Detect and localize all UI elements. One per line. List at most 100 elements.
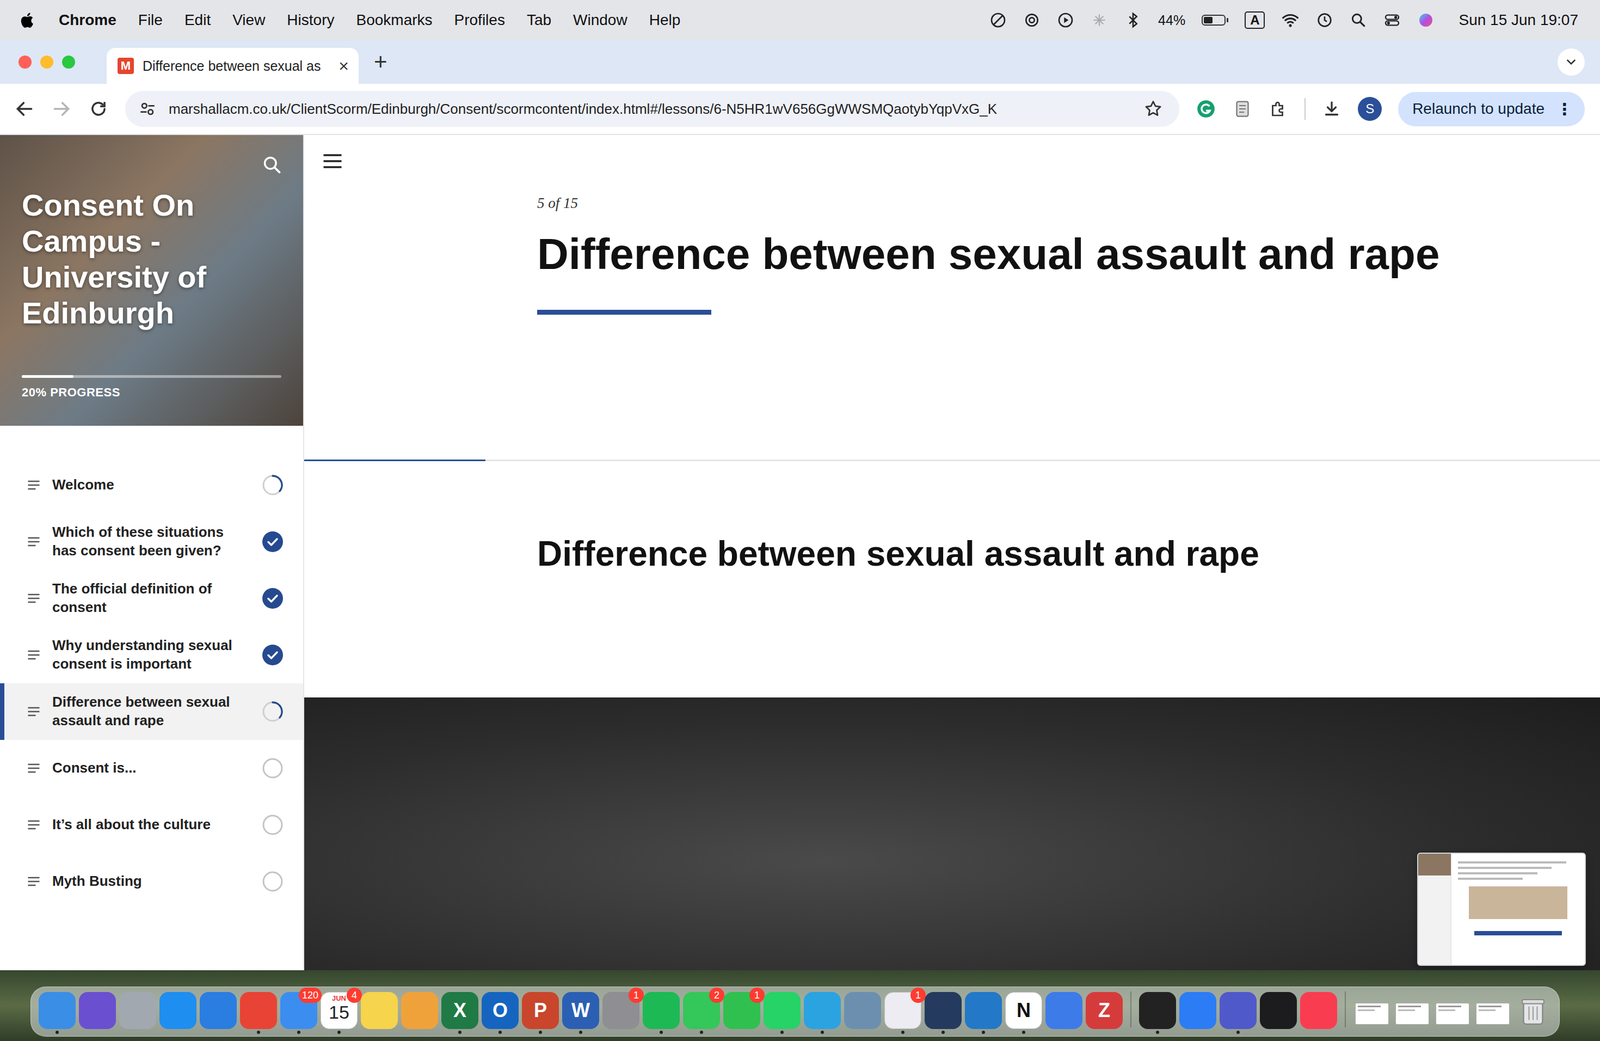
tab-search-button[interactable] bbox=[1557, 48, 1585, 76]
lesson-title[interactable]: Difference between sexual assault and ra… bbox=[52, 692, 251, 730]
dock-item[interactable] bbox=[1474, 991, 1512, 1034]
document-icon[interactable] bbox=[1232, 99, 1253, 119]
search-icon[interactable] bbox=[261, 154, 283, 176]
dock-item[interactable] bbox=[360, 991, 398, 1034]
dock-item[interactable]: 1 bbox=[723, 991, 761, 1034]
bookmark-star-icon[interactable] bbox=[1143, 99, 1163, 119]
zoom-button[interactable] bbox=[62, 55, 76, 69]
site-info-icon[interactable] bbox=[138, 99, 157, 119]
dock-item[interactable] bbox=[964, 991, 1002, 1034]
lesson-title[interactable]: Which of these situations has consent be… bbox=[52, 522, 251, 560]
new-tab-button[interactable]: + bbox=[373, 50, 388, 74]
browser-menu-button[interactable]: ⋮ bbox=[1556, 99, 1573, 119]
search-icon[interactable] bbox=[1349, 11, 1368, 29]
app-menu[interactable]: Chrome bbox=[58, 11, 117, 29]
siri-icon[interactable] bbox=[1417, 11, 1435, 29]
dock-item[interactable] bbox=[199, 991, 237, 1034]
play-icon[interactable] bbox=[1056, 11, 1075, 29]
window-thumbnail[interactable] bbox=[1393, 991, 1431, 1029]
menu-item[interactable]: View bbox=[232, 11, 266, 29]
app-icon[interactable]: P bbox=[521, 991, 559, 1029]
dock-item[interactable] bbox=[763, 991, 801, 1034]
dock-item[interactable] bbox=[1179, 991, 1217, 1034]
lesson-title[interactable]: Welcome bbox=[52, 475, 251, 495]
app-icon[interactable] bbox=[360, 991, 398, 1029]
dock-item[interactable]: X bbox=[441, 991, 479, 1034]
app-icon[interactable] bbox=[78, 991, 116, 1029]
time-machine-icon[interactable] bbox=[1315, 11, 1334, 29]
menu-item[interactable]: Profiles bbox=[454, 11, 506, 29]
dock-item[interactable]: 120 bbox=[280, 991, 318, 1034]
wifi-icon[interactable] bbox=[1281, 10, 1300, 30]
lesson-title[interactable]: Consent is... bbox=[52, 758, 251, 778]
app-icon[interactable] bbox=[401, 991, 439, 1029]
app-icon[interactable] bbox=[1300, 991, 1338, 1029]
lesson-title[interactable]: Why understanding sexual consent is impo… bbox=[52, 636, 251, 674]
app-icon[interactable] bbox=[642, 991, 680, 1029]
dock-item[interactable]: W bbox=[562, 991, 600, 1034]
lesson-title[interactable]: It’s all about the culture bbox=[52, 815, 251, 834]
app-icon[interactable]: N bbox=[1005, 991, 1043, 1029]
dock-item[interactable] bbox=[38, 991, 76, 1034]
back-icon[interactable] bbox=[14, 98, 35, 120]
lesson-title[interactable]: Myth Busting bbox=[52, 871, 251, 891]
app-icon[interactable] bbox=[240, 991, 278, 1029]
extensions-icon[interactable] bbox=[1268, 99, 1289, 119]
reload-icon[interactable] bbox=[88, 98, 109, 120]
dock-item[interactable] bbox=[1219, 991, 1257, 1034]
hamburger-menu-icon[interactable] bbox=[320, 149, 345, 174]
clock[interactable]: Sun 15 Jun 19:07 bbox=[1458, 11, 1579, 29]
app-icon[interactable] bbox=[119, 991, 157, 1029]
screenshot-thumbnail[interactable] bbox=[1417, 852, 1586, 966]
sparkle-icon[interactable] bbox=[1090, 11, 1109, 29]
dock-item[interactable]: P bbox=[521, 991, 559, 1034]
relaunch-button[interactable]: Relaunch to update ⋮ bbox=[1398, 91, 1585, 127]
app-icon[interactable] bbox=[964, 991, 1002, 1029]
app-icon[interactable] bbox=[159, 991, 197, 1029]
sidebar-item[interactable]: Difference between sexual assault and ra… bbox=[0, 682, 304, 740]
sidebar-item[interactable]: Myth Busting bbox=[0, 852, 304, 910]
dock-item[interactable] bbox=[240, 991, 278, 1034]
app-icon[interactable] bbox=[803, 991, 841, 1029]
dock-item[interactable] bbox=[159, 991, 197, 1034]
app-icon[interactable] bbox=[199, 991, 237, 1029]
dock-item[interactable] bbox=[78, 991, 116, 1034]
relaunch-label[interactable]: Relaunch to update bbox=[1412, 100, 1545, 118]
dock-item[interactable] bbox=[642, 991, 680, 1034]
menu-item[interactable]: Edit bbox=[184, 11, 211, 29]
app-icon[interactable] bbox=[1219, 991, 1257, 1029]
dock-item[interactable] bbox=[1045, 991, 1083, 1034]
menu-item[interactable]: Help bbox=[649, 11, 681, 29]
control-center-icon[interactable] bbox=[1383, 11, 1401, 29]
dock-item[interactable]: N bbox=[1005, 991, 1043, 1034]
dock-item[interactable] bbox=[803, 991, 841, 1034]
menu-item[interactable]: Bookmarks bbox=[355, 11, 433, 29]
app-icon[interactable] bbox=[1259, 991, 1297, 1029]
dock-item[interactable] bbox=[401, 991, 439, 1034]
dock-item[interactable]: JUN154 bbox=[320, 991, 358, 1034]
dock-item[interactable] bbox=[844, 991, 882, 1034]
menu-item[interactable]: History bbox=[286, 11, 335, 29]
dock-item[interactable]: 2 bbox=[682, 991, 720, 1034]
dock-item[interactable]: 1 bbox=[884, 991, 922, 1034]
dock-item[interactable] bbox=[1353, 991, 1391, 1034]
browser-tab[interactable]: MDifference between sexual as× bbox=[106, 47, 359, 84]
dock-item[interactable] bbox=[1139, 991, 1177, 1034]
close-button[interactable] bbox=[18, 55, 32, 69]
app-icon[interactable]: X bbox=[441, 991, 479, 1029]
input-source[interactable]: A bbox=[1244, 11, 1265, 30]
sidebar-item[interactable]: Why understanding sexual consent is impo… bbox=[0, 626, 304, 683]
sidebar-item[interactable]: The official definition of consent bbox=[0, 569, 304, 627]
window-thumbnail[interactable] bbox=[1434, 991, 1472, 1029]
sidebar-item[interactable]: Consent is... bbox=[0, 739, 304, 797]
lesson-title[interactable]: The official definition of consent bbox=[52, 579, 251, 617]
sidebar-item[interactable]: Which of these situations has consent be… bbox=[0, 513, 304, 570]
chatgpt-icon[interactable] bbox=[1023, 11, 1041, 29]
app-icon[interactable] bbox=[763, 991, 801, 1029]
app-icon[interactable] bbox=[1139, 991, 1177, 1029]
dock-item[interactable]: 1 bbox=[602, 991, 640, 1034]
sidebar-item[interactable]: Welcome bbox=[0, 456, 304, 514]
tab-title[interactable]: Difference between sexual as bbox=[142, 58, 330, 75]
dock-item[interactable]: O bbox=[481, 991, 519, 1034]
dock-item[interactable] bbox=[1393, 991, 1431, 1034]
